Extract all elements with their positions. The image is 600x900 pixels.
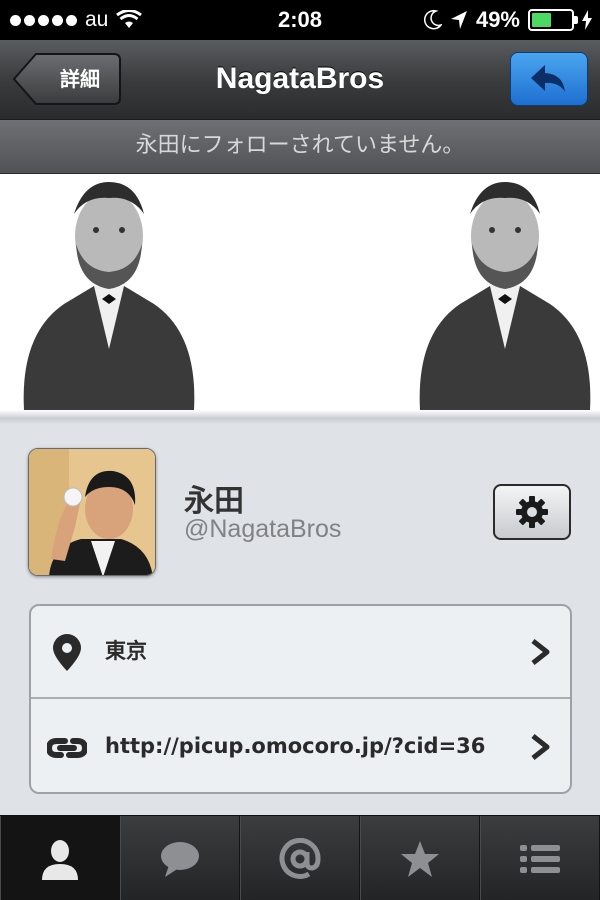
location-label: 東京 [105, 639, 147, 663]
header-divider [0, 410, 600, 424]
header-portrait-left [14, 174, 204, 410]
profile-info-list: 東京 http://picup.omocoro.jp/?cid=36 [29, 604, 572, 794]
screen-name: @NagataBros [184, 515, 342, 543]
reply-button[interactable] [510, 52, 588, 106]
chevron-right-icon [531, 734, 550, 760]
tab-favorites[interactable] [360, 816, 480, 900]
website-row[interactable]: http://picup.omocoro.jp/?cid=36 [31, 701, 570, 792]
tab-bar [0, 815, 600, 900]
battery-level-fill [532, 13, 551, 27]
gear-icon [516, 496, 548, 528]
avatar[interactable] [28, 448, 156, 576]
location-arrow-icon [450, 11, 467, 29]
list-icon [520, 844, 560, 873]
avatar-photo [29, 449, 155, 575]
follow-status-banner: 永田にフォローされていません。 [0, 120, 600, 174]
charging-bolt-icon [582, 10, 592, 30]
tab-mentions[interactable] [240, 816, 360, 900]
website-label: http://picup.omocoro.jp/?cid=36 [105, 734, 486, 758]
person-icon [42, 839, 78, 880]
status-bar: au 2:08 49% [0, 0, 600, 40]
tab-messages[interactable] [120, 816, 240, 900]
location-row[interactable]: 東京 [31, 606, 570, 699]
tab-profile[interactable] [0, 816, 120, 900]
settings-button[interactable] [493, 484, 571, 540]
at-sign-icon [279, 837, 321, 879]
status-right: 49% [423, 7, 592, 33]
moon-icon [423, 10, 442, 30]
header-portrait-right [410, 174, 600, 410]
reply-icon [531, 65, 565, 92]
map-pin-icon [53, 634, 81, 671]
profile-header-image [0, 174, 600, 418]
navigation-bar: 詳細 NagataBros [0, 40, 600, 120]
battery-percent: 49% [475, 7, 520, 32]
speech-bubble-icon [161, 841, 199, 877]
chevron-right-icon [531, 639, 550, 665]
tab-lists[interactable] [480, 816, 600, 900]
link-icon [47, 738, 87, 758]
display-name: 永田 [184, 484, 244, 519]
battery-icon [528, 9, 578, 31]
star-icon [401, 840, 439, 877]
